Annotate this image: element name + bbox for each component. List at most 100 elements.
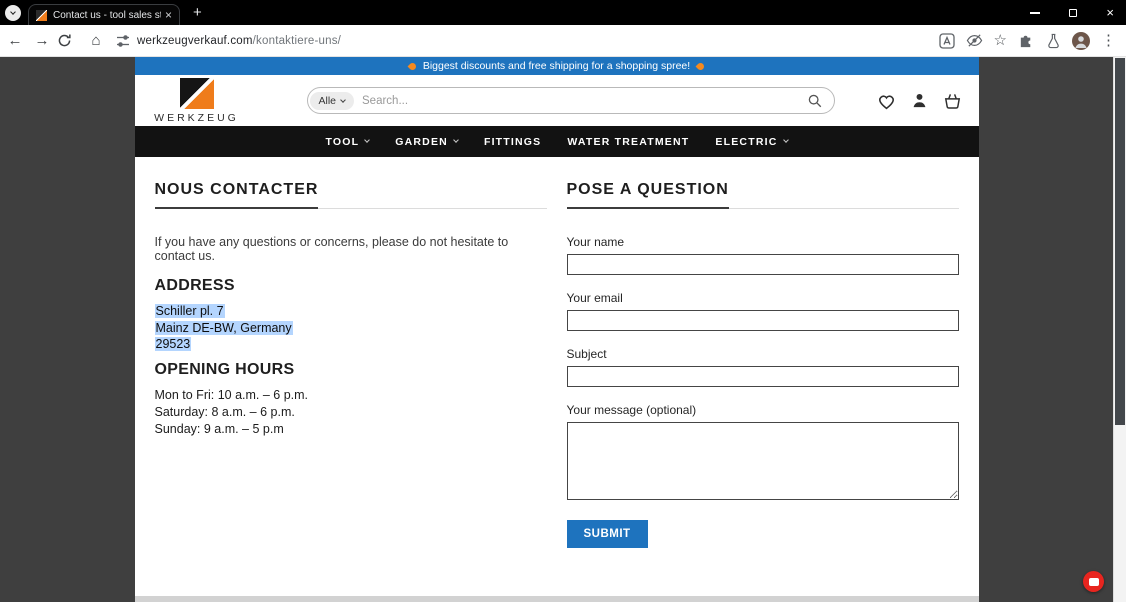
- nav-item-tool[interactable]: TOOL: [325, 135, 371, 148]
- address-line: Mainz DE-BW, Germany: [154, 320, 547, 337]
- chevron-down-icon: [340, 96, 346, 103]
- site-favicon: [36, 9, 47, 21]
- chat-widget-button[interactable]: [1083, 571, 1104, 592]
- message-label: Your message (optional): [566, 403, 697, 417]
- profile-avatar[interactable]: [1072, 31, 1090, 50]
- labs-button[interactable]: [1046, 33, 1061, 49]
- selected-text: Mainz DE-BW, Germany: [154, 320, 293, 335]
- address-line: 29523: [154, 336, 547, 353]
- url-host: werkzeugverkauf.com: [137, 34, 253, 47]
- browser-toolbar: ← → ⌂ werkzeugverkauf.com/kontaktiere-un…: [0, 25, 1126, 57]
- tab-close-icon[interactable]: ×: [165, 9, 172, 21]
- wishlist-button[interactable]: [876, 91, 897, 111]
- question-form-section: POSE A QUESTION Your name Your email Sub…: [566, 181, 959, 548]
- nav-label: FITTINGS: [483, 135, 542, 148]
- hours-line: Saturday: 8 a.m. – 6 p.m.: [154, 404, 295, 419]
- flask-icon: [1048, 33, 1059, 48]
- puzzle-icon: [1020, 35, 1031, 48]
- scrollbar-thumb[interactable]: [1115, 58, 1125, 425]
- message-field[interactable]: [566, 422, 959, 500]
- chevron-down-icon: [10, 8, 16, 15]
- site-header: WERKZEUG Alle: [134, 75, 979, 126]
- contact-section: NOUS CONTACTER If you have any questions…: [154, 181, 547, 548]
- forward-button[interactable]: →: [30, 29, 54, 53]
- bookmark-star-icon[interactable]: ☆: [994, 33, 1007, 48]
- form-title: POSE A QUESTION: [566, 181, 729, 209]
- address-bar[interactable]: werkzeugverkauf.com/kontaktiere-uns/: [116, 34, 341, 48]
- selected-text: Schiller pl. 7: [154, 304, 225, 318]
- new-tab-button[interactable]: +: [193, 5, 202, 20]
- search-category-dropdown[interactable]: Alle: [309, 91, 355, 110]
- nav-item-fittings[interactable]: FITTINGS: [484, 136, 541, 148]
- nav-label: WATER TREATMENT: [567, 135, 690, 148]
- person-icon: [913, 93, 925, 108]
- form-section-header: POSE A QUESTION: [566, 181, 959, 209]
- window-maximize-button[interactable]: [1069, 8, 1078, 17]
- minimize-icon: [1030, 11, 1041, 14]
- address-line: Schiller pl. 7: [154, 303, 547, 320]
- subject-field[interactable]: [566, 366, 959, 387]
- contact-intro: If you have any questions or concerns, p…: [154, 235, 509, 263]
- email-field[interactable]: [566, 310, 959, 331]
- site-info-icon[interactable]: [116, 34, 130, 48]
- nav-item-electric[interactable]: ELECTRIC: [715, 135, 789, 148]
- cart-button[interactable]: [942, 91, 963, 111]
- address-heading: ADDRESS: [154, 277, 235, 294]
- hours-line: Mon to Fri: 10 a.m. – 6 p.m.: [154, 387, 309, 402]
- header-icons: [876, 91, 963, 111]
- tab-title: Contact us - tool sales store - t: [53, 9, 161, 21]
- tab-search-button[interactable]: [5, 4, 21, 21]
- reload-button[interactable]: [57, 29, 81, 53]
- nav-label: ELECTRIC: [715, 135, 778, 148]
- site-logo[interactable]: WERKZEUG: [147, 77, 247, 124]
- eye-off-icon: [966, 34, 982, 47]
- home-button[interactable]: ⌂: [84, 29, 108, 53]
- name-field[interactable]: [566, 254, 959, 275]
- browser-titlebar: Contact us - tool sales store - t × + ×: [0, 0, 1126, 25]
- account-button[interactable]: [910, 91, 929, 110]
- chevron-down-icon: [453, 137, 459, 143]
- browser-tab[interactable]: Contact us - tool sales store - t ×: [28, 4, 180, 25]
- submit-button[interactable]: SUBMIT: [566, 520, 648, 548]
- promo-text: Biggest discounts and free shipping for …: [422, 60, 691, 72]
- nav-item-water-treatment[interactable]: WATER TREATMENT: [567, 136, 689, 148]
- promo-bar: Biggest discounts and free shipping for …: [134, 57, 979, 75]
- chat-icon: [1088, 577, 1099, 586]
- chevron-down-icon: [782, 137, 789, 143]
- back-button[interactable]: ←: [3, 29, 27, 53]
- search-icon[interactable]: [807, 93, 823, 109]
- url-text[interactable]: werkzeugverkauf.com/kontaktiere-uns/: [137, 35, 341, 47]
- subject-label: Subject: [566, 347, 607, 361]
- reveal-password-button[interactable]: [966, 32, 983, 49]
- translate-button[interactable]: [938, 32, 955, 49]
- selected-text: 29523: [154, 337, 192, 351]
- toolbar-actions: ☆ ⋮: [938, 31, 1116, 50]
- reload-icon: [58, 34, 71, 47]
- page-content: NOUS CONTACTER If you have any questions…: [134, 157, 979, 596]
- window-minimize-button[interactable]: [1030, 11, 1041, 14]
- logo-mark: [179, 77, 214, 109]
- page-area: Biggest discounts and free shipping for …: [0, 57, 1113, 602]
- hours-line: Sunday: 9 a.m. – 5 p.m: [154, 421, 284, 436]
- search-bar[interactable]: Alle: [306, 87, 835, 114]
- fire-emoji: [695, 61, 706, 71]
- search-category-label: Alle: [318, 94, 337, 107]
- main-navigation: TOOL GARDEN FITTINGS WATER TREATMENT ELE…: [134, 126, 979, 157]
- contact-section-header: NOUS CONTACTER: [154, 181, 547, 209]
- nav-item-garden[interactable]: GARDEN: [395, 135, 459, 148]
- search-input[interactable]: [362, 94, 807, 107]
- contact-form: Your name Your email Subject Your messag…: [566, 235, 959, 548]
- maximize-icon: [1069, 8, 1078, 17]
- opening-hours-heading: OPENING HOURS: [154, 360, 295, 378]
- browser-menu-button[interactable]: ⋮: [1101, 33, 1116, 48]
- extensions-button[interactable]: [1018, 32, 1035, 49]
- window-close-button[interactable]: ×: [1106, 6, 1114, 19]
- email-label: Your email: [566, 291, 623, 305]
- nav-label: GARDEN: [395, 135, 448, 148]
- scrollbar[interactable]: [1113, 57, 1126, 602]
- basket-icon: [944, 93, 960, 109]
- site-container: Biggest discounts and free shipping for …: [134, 57, 979, 602]
- chevron-down-icon: [364, 137, 371, 143]
- fire-emoji: [407, 61, 418, 71]
- nav-label: TOOL: [325, 135, 360, 148]
